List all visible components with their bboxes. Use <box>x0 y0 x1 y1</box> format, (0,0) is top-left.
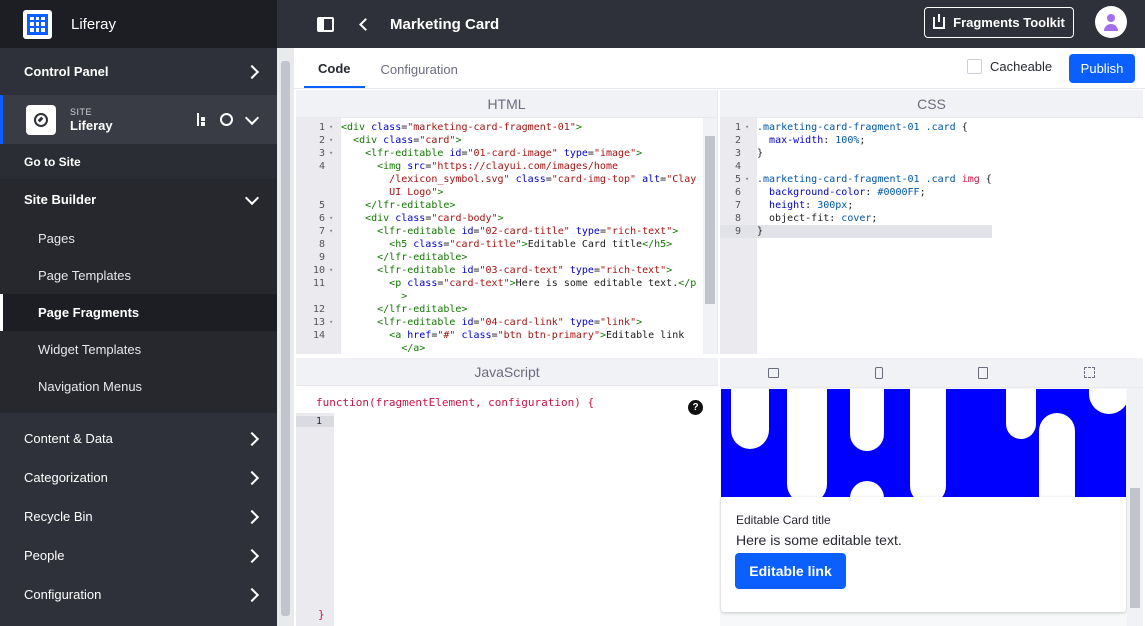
css-code[interactable]: 1 ▾ .marketing-card-fragment-01 .card { 2 … <box>720 121 992 238</box>
site-selector[interactable]: SITE Liferay <box>0 95 277 144</box>
page-scrollbar[interactable] <box>277 48 294 626</box>
sidebar-item-categorization[interactable]: Categorization <box>0 458 277 497</box>
sidebar-item-navigation-menus[interactable]: Navigation Menus <box>0 368 277 405</box>
chevron-right-icon <box>244 470 260 485</box>
card-image <box>721 389 1126 497</box>
compass-icon[interactable] <box>220 113 233 126</box>
brand-name: Liferay <box>71 15 117 33</box>
sidebar-item-label: Recycle Bin <box>24 509 93 524</box>
liferay-logo-icon[interactable] <box>23 9 52 39</box>
cacheable-toggle[interactable]: Cacheable <box>967 59 1052 74</box>
tablet-icon[interactable] <box>978 366 989 379</box>
site-builder-section: Site Builder Pages Page Templates Page F… <box>0 179 277 413</box>
user-avatar[interactable] <box>1095 6 1127 38</box>
sidebar-item-widget-templates[interactable]: Widget Templates <box>0 331 277 368</box>
sidebar-item-recycle-bin[interactable]: Recycle Bin <box>0 497 277 536</box>
sidebar-item-pages[interactable]: Pages <box>0 220 277 257</box>
page-tree-icon[interactable] <box>196 113 206 126</box>
control-panel-link[interactable]: Control Panel <box>0 48 277 95</box>
sidebar-item-page-fragments[interactable]: Page Fragments <box>0 294 277 331</box>
javascript-pane-title: JavaScript <box>296 358 718 386</box>
cacheable-checkbox[interactable] <box>967 59 982 74</box>
site-name: Liferay <box>70 117 113 133</box>
chevron-right-icon <box>244 64 260 79</box>
card-text[interactable]: Here is some editable text. <box>736 532 902 548</box>
sidebar-item-configuration[interactable]: Configuration <box>0 575 277 614</box>
card-link-button[interactable]: Editable link <box>735 553 846 589</box>
sidebar-header: Liferay <box>0 0 277 48</box>
html-editor[interactable]: HTML 1 ▾ <div class="marketing-card-fragme… <box>296 90 718 354</box>
cacheable-label: Cacheable <box>990 59 1053 74</box>
custom-size-icon[interactable] <box>1084 367 1096 378</box>
publish-button[interactable]: Publish <box>1069 54 1135 83</box>
site-builder-toggle[interactable]: Site Builder <box>0 179 277 220</box>
mobile-icon[interactable] <box>874 366 883 379</box>
back-arrow-icon[interactable] <box>359 17 372 31</box>
sidebar-item-people[interactable]: People <box>0 536 277 575</box>
css-editor[interactable]: CSS 1 ▾ .marketing-card-fragment-01 .card … <box>720 90 1143 354</box>
sidebar-toggle-icon[interactable] <box>317 16 334 32</box>
js-function-close: } <box>318 608 325 621</box>
site-kicker: SITE <box>70 106 93 117</box>
desktop-icon[interactable] <box>767 367 779 378</box>
html-code[interactable]: 1 ▾ <div class="marketing-card-fragment-01… <box>296 121 696 355</box>
sidebar-item-content-data[interactable]: Content & Data <box>0 419 277 458</box>
card-title[interactable]: Editable Card title <box>736 513 831 527</box>
fragments-toolkit-label: Fragments Toolkit <box>953 15 1065 30</box>
preview-scrollbar[interactable] <box>1127 388 1143 626</box>
tab-configuration[interactable]: Configuration <box>367 50 472 88</box>
go-to-site-link[interactable]: Go to Site <box>0 144 277 179</box>
card-body: Editable Card title Here is some editabl… <box>721 497 1126 612</box>
help-icon[interactable]: ? <box>688 400 703 415</box>
html-editor-scrollbar[interactable] <box>703 118 717 354</box>
chevron-right-icon <box>244 431 260 446</box>
sidebar-item-label: Content & Data <box>24 431 113 446</box>
javascript-editor[interactable]: JavaScript function(fragmentElement, con… <box>296 358 718 626</box>
sidebar: Liferay Control Panel SITE Liferay Go to… <box>0 0 277 626</box>
js-function-signature: function(fragmentElement, configuration)… <box>316 396 595 409</box>
compass-site-icon <box>26 104 56 135</box>
css-pane-title: CSS <box>720 90 1143 118</box>
fragments-toolkit-button[interactable]: Fragments Toolkit <box>924 7 1074 38</box>
chevron-right-icon <box>244 548 260 563</box>
chevron-right-icon <box>244 587 260 602</box>
preview-device-bar <box>720 358 1143 388</box>
sidebar-item-label: People <box>24 548 65 563</box>
sidebar-item-label: Configuration <box>24 587 102 602</box>
fragment-editor: Code Configuration Cacheable Publish HTM… <box>294 48 1145 626</box>
js-line-number: 1 <box>296 416 334 427</box>
chevron-down-icon <box>244 190 260 205</box>
chevron-right-icon <box>244 509 260 524</box>
download-icon <box>933 13 946 29</box>
site-builder-label: Site Builder <box>24 192 97 207</box>
editor-tabs: Code Configuration Cacheable Publish <box>294 48 1145 89</box>
preview-pane: Editable Card title Here is some editabl… <box>720 358 1143 626</box>
html-pane-title: HTML <box>296 90 717 118</box>
top-bar: Marketing Card Fragments Toolkit <box>277 0 1145 48</box>
control-panel-label: Control Panel <box>24 64 109 79</box>
sidebar-item-label: Categorization <box>24 470 108 485</box>
sidebar-item-page-templates[interactable]: Page Templates <box>0 257 277 294</box>
page-title: Marketing Card <box>390 15 500 33</box>
tab-code[interactable]: Code <box>304 50 365 88</box>
chevron-down-icon[interactable] <box>244 110 260 125</box>
